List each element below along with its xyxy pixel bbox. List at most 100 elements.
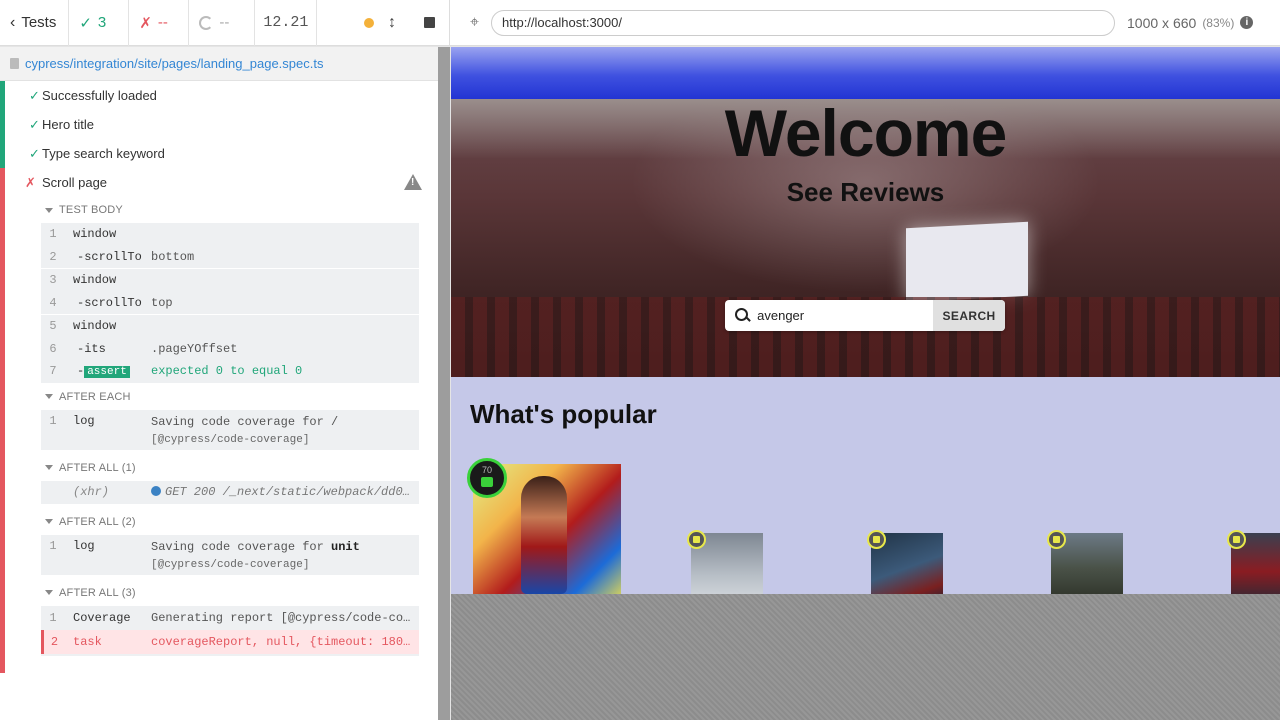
info-icon[interactable]: i: [1240, 16, 1254, 29]
command-row[interactable]: 1 Coverage Generating report [@cypress/cod…: [41, 606, 419, 630]
cmd-msg-sub: [@cypress/code-coverage]: [151, 433, 310, 446]
cmd-name: task: [73, 634, 102, 649]
spec-path[interactable]: cypress/integration/site/pages/landing_p…: [0, 47, 438, 81]
command-row[interactable]: 1 log Saving code coverage for unit [@cyp…: [41, 535, 419, 575]
cmd-num: 5: [49, 319, 57, 334]
cmd-msg: GET 200 /_next/static/webpack/dd0...: [151, 485, 419, 499]
hook-label: AFTER EACH: [59, 390, 131, 403]
warning-icon[interactable]: [404, 174, 422, 190]
cmd-name: (xhr): [73, 485, 110, 499]
hook-label: TEST BODY: [59, 204, 123, 216]
command-row[interactable]: 6 -its .pageYOffset: [41, 338, 419, 361]
cmd-msg: expected 0 to equal 0: [151, 364, 303, 379]
cmd-name: window: [73, 319, 117, 334]
panel-resizer[interactable]: [438, 47, 450, 720]
pending-stat: --: [189, 0, 256, 46]
search-button[interactable]: SEARCH: [933, 300, 1005, 331]
command-row[interactable]: 5 window: [41, 315, 419, 338]
command-row[interactable]: 7 - assert expected 0 to equal 0: [41, 360, 419, 383]
assert-badge: assert: [84, 366, 130, 379]
cmd-name: Coverage: [73, 610, 131, 625]
cmd-name: log: [73, 413, 95, 428]
hook-label: AFTER ALL (3): [59, 586, 136, 599]
command-row[interactable]: (xhr) GET 200 /_next/static/webpack/dd0.…: [41, 481, 419, 504]
hook-after-all-2[interactable]: AFTER ALL (2): [5, 509, 438, 535]
failed-stat: ✗ --: [129, 0, 190, 46]
cmd-msg-text: GET 200 /_next/static/webpack/dd0...: [165, 485, 419, 499]
pending-circle-icon: [199, 15, 214, 30]
search-input[interactable]: [754, 300, 934, 331]
cmd-msg-bold: unit: [331, 539, 360, 554]
caret-down-icon: [45, 207, 53, 213]
command-row[interactable]: 4 -scrollTo top: [41, 292, 419, 315]
hook-test-body[interactable]: TEST BODY: [5, 197, 438, 223]
command-row[interactable]: 1 window: [41, 223, 419, 246]
test-type-search-keyword[interactable]: ✓ Type search keyword: [0, 139, 438, 168]
thumbs-up-icon: [481, 477, 493, 487]
caret-down-icon: [45, 394, 53, 399]
test-hero-title[interactable]: ✓ Hero title: [0, 110, 438, 139]
cmd-num: 2: [50, 634, 59, 649]
test-scroll-page-header[interactable]: ✗ Scroll page: [5, 168, 438, 197]
viewport-scale: (83%): [1202, 15, 1235, 30]
check-icon: ✓: [29, 145, 40, 161]
cmd-msg: coverageReport, null, {timeout: 180...: [151, 634, 419, 649]
command-row[interactable]: 2 -scrollTo bottom: [41, 246, 419, 269]
file-icon: [10, 58, 19, 69]
caret-down-icon: [45, 465, 53, 470]
cmd-num: 6: [49, 341, 57, 356]
check-icon: ✓: [29, 116, 40, 132]
app-bar: [451, 47, 1280, 99]
spec-path-text: cypress/integration/site/pages/landing_p…: [25, 56, 324, 71]
passed-stat: ✓ 3: [69, 0, 130, 46]
cmd-name: window: [73, 227, 117, 242]
test-successfully-loaded[interactable]: ✓ Successfully loaded: [0, 81, 438, 110]
app-frame: Welcome See Reviews SEARCH What's popula…: [451, 47, 1280, 594]
tests-button[interactable]: ‹ Tests: [0, 0, 70, 46]
cmd-num: 1: [49, 227, 57, 242]
cmd-msg-line: Saving code coverage for /: [151, 414, 339, 429]
search-icon: [725, 300, 754, 331]
cmd-msg: .pageYOffset: [151, 341, 238, 356]
url-text: http://localhost:3000/: [502, 15, 622, 30]
cmd-msg: Saving code coverage for / [@cypress/code…: [151, 414, 419, 449]
command-group: 1 log Saving code coverage for / [@cypres…: [41, 409, 419, 451]
hook-after-all-3[interactable]: AFTER ALL (3): [5, 580, 438, 606]
cmd-num: 1: [49, 610, 57, 625]
x-icon: ✗: [139, 14, 152, 32]
command-row[interactable]: 3 window: [41, 269, 419, 292]
chevron-left-icon: ‹: [10, 13, 16, 31]
command-row[interactable]: 1 log Saving code coverage for / [@cypres…: [41, 410, 419, 450]
hook-after-each[interactable]: AFTER EACH: [5, 384, 438, 410]
hook-label: AFTER ALL (1): [59, 461, 136, 474]
hook-after-all-1[interactable]: AFTER ALL (1): [5, 455, 438, 481]
pending-count: --: [219, 14, 230, 31]
rating-badge-small: [1227, 530, 1246, 549]
cinema-screen-image: [906, 221, 1028, 303]
app-preview: Welcome See Reviews SEARCH What's popula…: [451, 47, 1280, 720]
command-log: cypress/integration/site/pages/landing_p…: [0, 47, 438, 720]
caret-down-icon: [45, 590, 53, 595]
test-title: Hero title: [42, 117, 95, 132]
cmd-msg: bottom: [151, 249, 195, 264]
cmd-num: 1: [49, 413, 57, 428]
auto-scroll-icon[interactable]: ↕: [388, 14, 396, 32]
crosshair-icon[interactable]: ⌖: [470, 14, 479, 32]
passed-count: 3: [97, 14, 107, 31]
command-group: (xhr) GET 200 /_next/static/webpack/dd0.…: [41, 480, 419, 505]
command-group: 3 window 4 -scrollTo top: [41, 269, 419, 315]
duration: 12.21: [255, 0, 318, 46]
command-row-error[interactable]: 2 task coverageReport, null, {timeout: 180…: [41, 629, 419, 654]
check-icon: ✓: [29, 87, 40, 103]
stop-icon[interactable]: [424, 17, 435, 28]
cmd-msg-line: Saving code coverage for: [151, 539, 332, 554]
viewport-size: 1000 x 660: [1127, 14, 1197, 31]
runner-topbar: ‹ Tests ✓ 3 ✗ -- -- 12.21 ↕ ⌖ http://loc…: [0, 0, 1280, 46]
cmd-name: window: [73, 273, 117, 288]
cmd-num: 4: [49, 295, 57, 310]
x-icon: ✗: [25, 174, 36, 190]
search-bar: SEARCH: [725, 300, 1005, 331]
rating-badge-small: [867, 530, 886, 549]
url-bar[interactable]: http://localhost:3000/: [491, 9, 1116, 36]
